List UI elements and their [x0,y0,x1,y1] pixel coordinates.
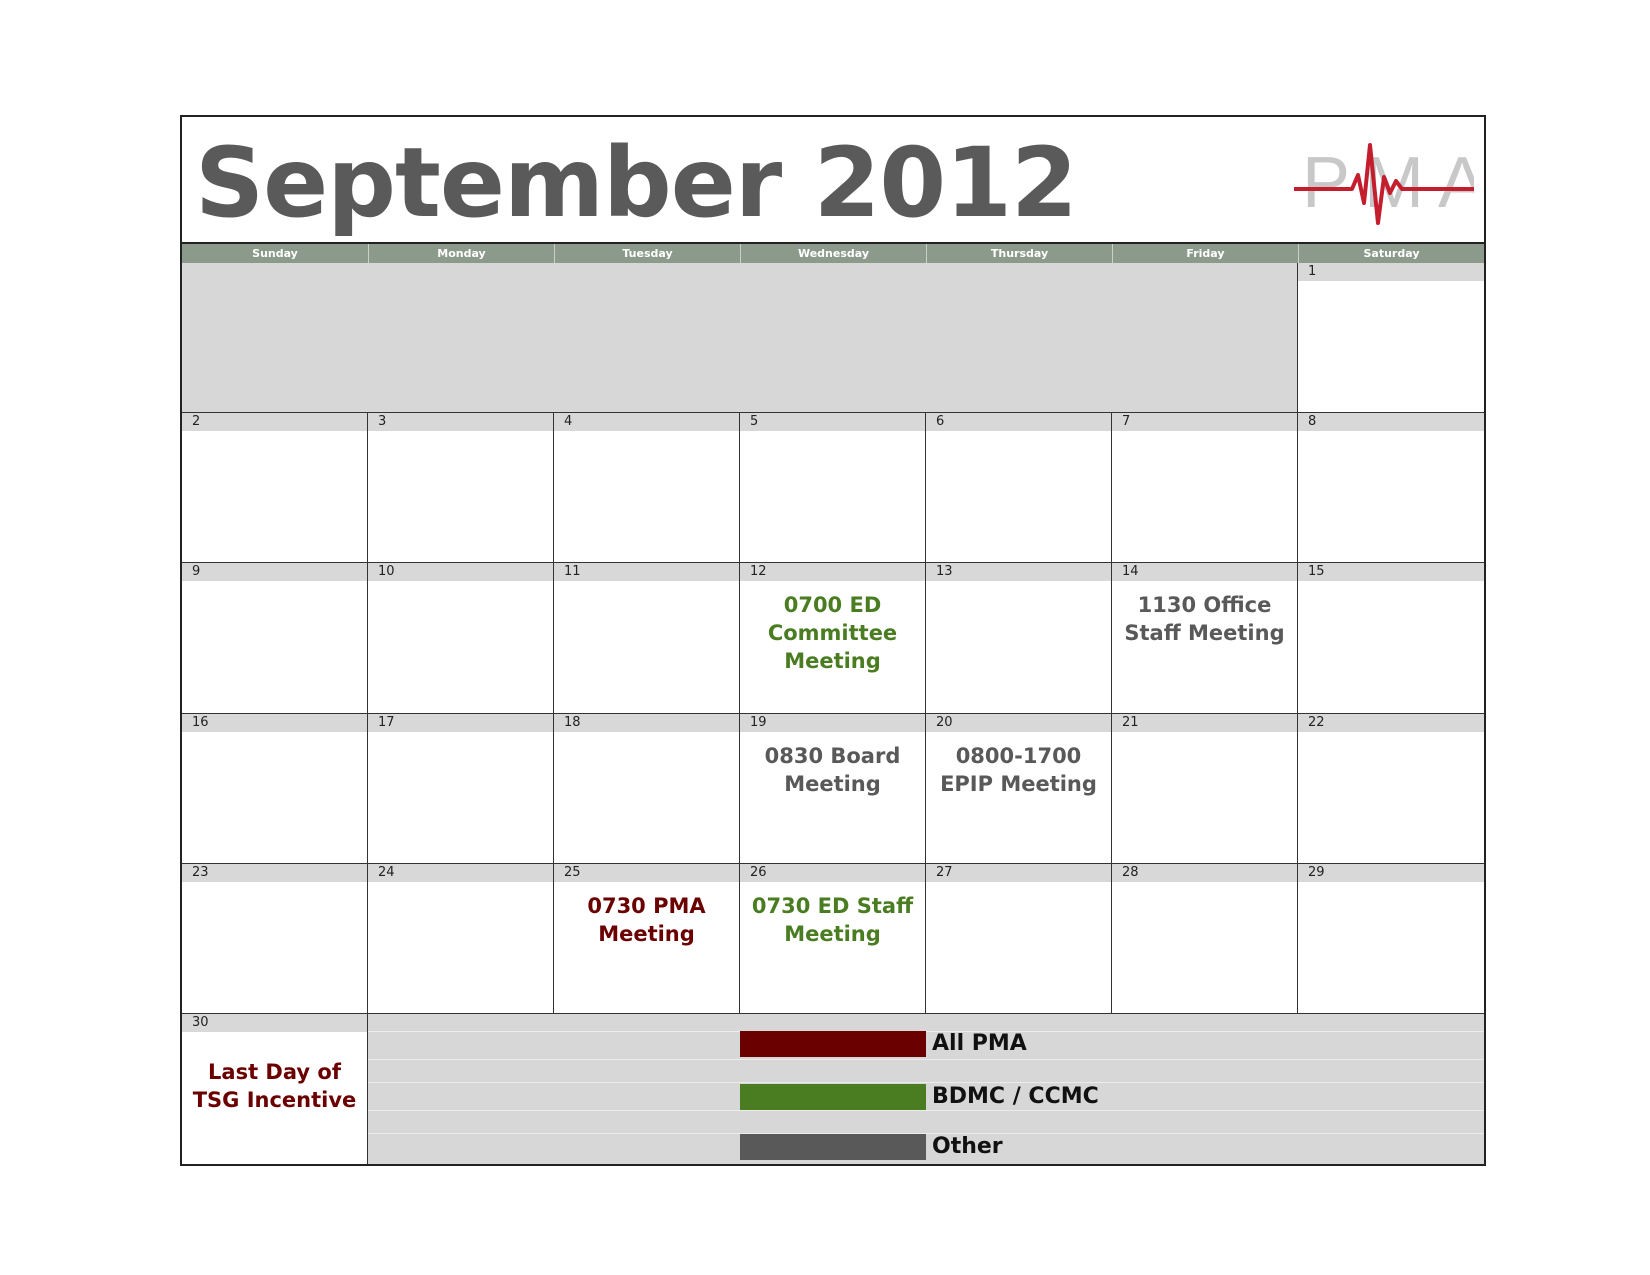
calendar-event[interactable]: 0730 PMA Meeting [554,882,739,948]
day-cell[interactable]: 1 [1298,263,1484,414]
day-number: 19 [740,713,925,732]
day-cell[interactable]: 6 [926,413,1112,564]
weekday-sunday: Sunday [252,247,298,260]
day-cell[interactable]: 18 [554,713,740,864]
day-cell[interactable]: 23 [182,863,368,1014]
day-cell[interactable]: 25 0730 PMA Meeting [554,863,740,1014]
legend-swatch [740,1030,926,1057]
weekday-monday: Monday [368,244,554,263]
day-number: 4 [554,413,739,432]
day-cell[interactable]: 4 [554,413,740,564]
day-cell[interactable]: 12 0700 ED Committee Meeting [740,563,926,714]
day-cell[interactable]: 26 0730 ED Staff Meeting [740,863,926,1014]
day-number: 21 [1112,713,1297,732]
legend-label: Other [932,1134,1003,1160]
day-number: 12 [740,563,925,582]
weekday-wednesday: Wednesday [740,244,926,263]
day-number: 8 [1298,413,1484,432]
legend-item-other: Other [740,1133,1003,1160]
day-number: 10 [368,563,553,582]
day-number: 17 [368,713,553,732]
legend: All PMA BDMC / CCMC Other [368,1013,1484,1164]
day-number: 2 [182,413,367,432]
day-number: 14 [1112,563,1297,582]
weekday-header: Sunday Monday Tuesday Wednesday Thursday… [182,244,1484,263]
empty-leading-days [182,263,1298,414]
day-cell[interactable]: 10 [368,563,554,714]
legend-rule [368,1081,1484,1083]
day-number: 6 [926,413,1111,432]
legend-rule [368,1109,1484,1111]
day-cell[interactable]: 24 [368,863,554,1014]
day-number: 29 [1298,863,1484,882]
day-cell[interactable]: 16 [182,713,368,864]
day-cell[interactable]: 17 [368,713,554,864]
weekday-thursday: Thursday [926,244,1112,263]
page-title: September 2012 [195,127,1078,239]
day-number: 22 [1298,713,1484,732]
calendar-event[interactable]: 0700 ED Committee Meeting [740,581,925,675]
day-number: 30 [182,1013,367,1032]
day-cell[interactable]: 14 1130 Office Staff Meeting [1112,563,1298,714]
day-cell[interactable]: 8 [1298,413,1484,564]
weekday-saturday: Saturday [1298,244,1484,263]
day-number: 23 [182,863,367,882]
day-number: 27 [926,863,1111,882]
day-cell[interactable]: 29 [1298,863,1484,1014]
day-cell[interactable]: 28 [1112,863,1298,1014]
day-number: 25 [554,863,739,882]
legend-label: BDMC / CCMC [932,1084,1099,1110]
day-cell[interactable]: 2 [182,413,368,564]
weekday-tuesday: Tuesday [554,244,740,263]
day-number: 5 [740,413,925,432]
day-number: 11 [554,563,739,582]
day-number: 24 [368,863,553,882]
legend-label: All PMA [932,1031,1027,1057]
legend-rule [368,1058,1484,1060]
day-number: 13 [926,563,1111,582]
day-number: 26 [740,863,925,882]
pma-logo: PMA [1294,143,1474,225]
day-number: 16 [182,713,367,732]
day-number: 18 [554,713,739,732]
day-cell[interactable]: 9 [182,563,368,714]
day-number: 3 [368,413,553,432]
day-number: 20 [926,713,1111,732]
day-cell[interactable]: 27 [926,863,1112,1014]
day-number: 1 [1298,263,1484,281]
day-cell[interactable]: 5 [740,413,926,564]
day-cell[interactable]: 20 0800-1700 EPIP Meeting [926,713,1112,864]
calendar-event[interactable]: 0730 ED Staff Meeting [740,882,925,948]
calendar-event[interactable]: 1130 Office Staff Meeting [1112,581,1297,647]
day-cell[interactable]: 22 [1298,713,1484,864]
day-number: 9 [182,563,367,582]
calendar-event[interactable]: 0830 Board Meeting [740,732,925,798]
legend-item-all-pma: All PMA [740,1030,1027,1057]
calendar-event[interactable]: Last Day of TSG Incentive [182,1032,367,1114]
day-cell[interactable]: 11 [554,563,740,714]
day-cell[interactable]: 30 Last Day of TSG Incentive [182,1013,368,1164]
day-number: 28 [1112,863,1297,882]
day-cell[interactable]: 7 [1112,413,1298,564]
legend-swatch [740,1083,926,1110]
calendar: September 2012 PMA Sunday Monday Tuesday… [180,115,1486,1166]
day-cell[interactable]: 3 [368,413,554,564]
calendar-event[interactable]: 0800-1700 EPIP Meeting [926,732,1111,798]
calendar-grid: 1 2 3 4 5 6 7 8 9 10 11 12 0700 ED Commit… [182,263,1484,1164]
legend-swatch [740,1133,926,1160]
day-number: 7 [1112,413,1297,432]
day-cell[interactable]: 15 [1298,563,1484,714]
day-cell[interactable]: 21 [1112,713,1298,864]
day-number: 15 [1298,563,1484,582]
day-cell[interactable]: 19 0830 Board Meeting [740,713,926,864]
weekday-friday: Friday [1112,244,1298,263]
day-cell[interactable]: 13 [926,563,1112,714]
legend-item-bdmc-ccmc: BDMC / CCMC [740,1083,1099,1110]
